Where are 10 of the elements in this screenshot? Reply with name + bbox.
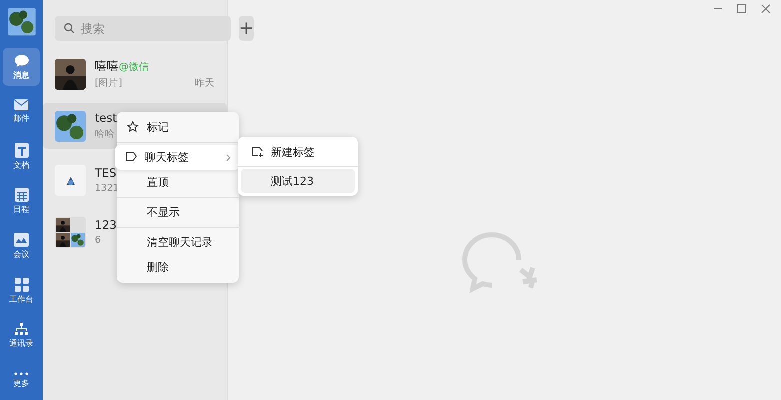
source-label: @微信: [119, 60, 149, 74]
message-time: 昨天: [195, 76, 215, 90]
message-preview: [图片]: [95, 76, 122, 90]
contact-name: test: [95, 111, 118, 125]
message-preview: 1321: [95, 183, 120, 194]
message-preview: 6: [95, 235, 102, 246]
contact-name: TES: [95, 166, 117, 180]
contact-name: 123: [95, 218, 117, 232]
contact-name: 嘻嘻: [95, 58, 119, 74]
message-preview: 哈哈: [95, 128, 115, 141]
